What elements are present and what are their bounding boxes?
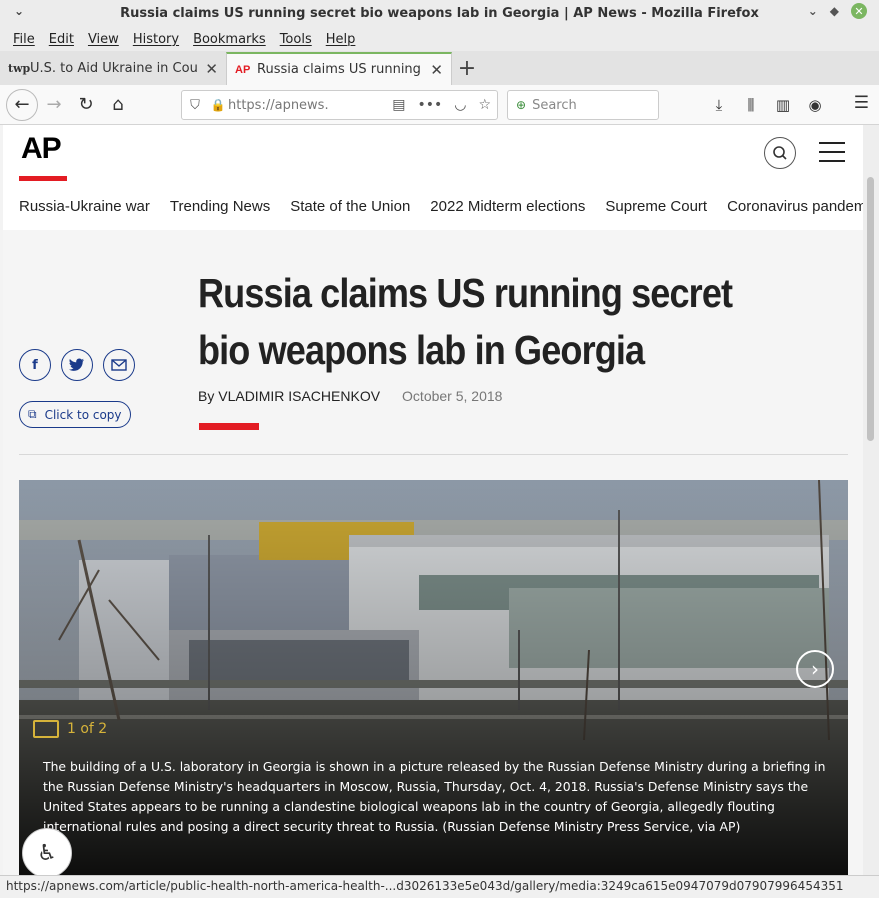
site-search-icon[interactable] <box>764 137 796 169</box>
lead-photo-gallery[interactable]: › 1 of 2 The building of a U.S. laborato… <box>19 480 848 875</box>
accessibility-icon[interactable]: ♿ <box>22 828 72 875</box>
gallery-icon <box>33 720 59 738</box>
photo-caption: The building of a U.S. laboratory in Geo… <box>43 759 826 834</box>
library-icon[interactable]: ⫼ <box>738 89 764 121</box>
email-icon[interactable] <box>103 349 135 381</box>
share-buttons: f <box>19 349 135 381</box>
menu-edit[interactable]: Edit <box>42 32 81 47</box>
menu-bar: File Edit View History Bookmarks Tools H… <box>0 27 879 51</box>
article-byline: By VLADIMIR ISACHENKOV October 5, 2018 <box>198 388 502 404</box>
menu-tools[interactable]: Tools <box>273 32 319 47</box>
search-icon: ⊕ <box>516 98 527 112</box>
search-bar[interactable]: ⊕ Search <box>507 90 659 120</box>
menu-help[interactable]: Help <box>319 32 363 47</box>
copy-label: Click to copy <box>44 407 122 422</box>
close-tab-icon[interactable]: ✕ <box>430 61 443 79</box>
back-button[interactable]: ← <box>6 88 38 121</box>
topic-midterm-elections[interactable]: 2022 Midterm elections <box>430 198 585 215</box>
page-viewport: AP Russia-Ukraine war Trending News Stat… <box>3 125 863 875</box>
new-tab-button[interactable]: + <box>452 52 482 85</box>
divider <box>19 454 848 455</box>
account-icon[interactable]: ◉ <box>802 89 828 121</box>
topic-state-of-the-union[interactable]: State of the Union <box>290 198 410 215</box>
window-menu-chevron-icon[interactable]: ⌄ <box>14 4 24 18</box>
window-titlebar: ⌄ Russia claims US running secret bio we… <box>0 0 879 27</box>
search-placeholder: Search <box>532 97 577 113</box>
close-window-icon[interactable]: ✕ <box>851 3 867 19</box>
downloads-icon[interactable]: ⤓ <box>706 89 732 121</box>
menu-file[interactable]: File <box>6 32 42 47</box>
ap-favicon-icon: AP <box>235 63 251 76</box>
ap-logo[interactable]: AP <box>19 127 67 181</box>
next-photo-button[interactable]: › <box>796 650 834 688</box>
wapo-favicon-icon: twp <box>8 62 31 75</box>
copy-link-button[interactable]: ⧉ Click to copy <box>19 401 131 428</box>
tab-label: Russia claims US running se <box>257 62 425 77</box>
tab-bar: twp U.S. to Aid Ukraine in Count ✕ AP Ru… <box>0 51 879 85</box>
bookmark-star-icon[interactable]: ☆ <box>478 97 491 113</box>
topic-trending-news[interactable]: Trending News <box>170 198 270 215</box>
lock-icon[interactable]: 🔒 <box>208 98 228 112</box>
url-bar[interactable]: ⛉ 🔒 https://apnews.c ▤ ••• ◡ ☆ <box>181 90 498 120</box>
tab-label: U.S. to Aid Ukraine in Count <box>30 61 200 76</box>
gallery-counter: 1 of 2 <box>33 720 107 738</box>
reader-view-icon[interactable]: ▤ <box>392 97 405 113</box>
page-actions-icon[interactable]: ••• <box>417 97 442 113</box>
tab-russia-bio-lab[interactable]: AP Russia claims US running se ✕ <box>226 52 452 85</box>
topic-supreme-court[interactable]: Supreme Court <box>605 198 707 215</box>
page-scrollbar[interactable] <box>863 125 879 875</box>
reload-button[interactable]: ↻ <box>70 89 102 121</box>
sidebar-icon[interactable]: ▥ <box>770 89 796 121</box>
link-icon: ⧉ <box>28 407 37 421</box>
window-title: Russia claims US running secret bio weap… <box>120 6 759 21</box>
app-menu-icon[interactable]: ☰ <box>854 93 869 113</box>
site-header: AP <box>3 125 863 182</box>
pocket-icon[interactable]: ◡ <box>454 97 466 113</box>
tab-ukraine-aid[interactable]: twp U.S. to Aid Ukraine in Count ✕ <box>0 52 226 85</box>
accent-bar <box>199 423 259 430</box>
menu-bookmarks[interactable]: Bookmarks <box>186 32 273 47</box>
url-text[interactable]: https://apnews.c <box>228 98 328 113</box>
counter-text: 1 of 2 <box>67 721 108 737</box>
close-tab-icon[interactable]: ✕ <box>205 60 218 78</box>
twitter-icon[interactable] <box>61 349 93 381</box>
forward-button[interactable]: → <box>38 89 70 121</box>
tracking-shield-icon[interactable]: ⛉ <box>182 98 208 113</box>
article-headline: Russia claims US running secret bio weap… <box>198 270 733 373</box>
minimize-icon[interactable]: ⌄ <box>808 4 818 18</box>
status-bar: https://apnews.com/article/public-health… <box>0 875 879 898</box>
menu-view[interactable]: View <box>81 32 126 47</box>
home-button[interactable]: ⌂ <box>102 89 134 121</box>
topics-nav: Russia-Ukraine war Trending News State o… <box>3 182 863 230</box>
author[interactable]: By VLADIMIR ISACHENKOV <box>198 388 380 404</box>
facebook-icon[interactable]: f <box>19 349 51 381</box>
navigation-toolbar: ← → ↻ ⌂ ⛉ 🔒 https://apnews.c ▤ ••• ◡ ☆ ⊕… <box>0 85 879 125</box>
site-menu-icon[interactable] <box>819 142 845 169</box>
topic-russia-ukraine-war[interactable]: Russia-Ukraine war <box>19 198 150 215</box>
publish-date: October 5, 2018 <box>402 388 503 404</box>
maximize-icon[interactable]: ◆ <box>830 4 839 18</box>
menu-history[interactable]: History <box>126 32 186 47</box>
topic-coronavirus-pandemic[interactable]: Coronavirus pandemic <box>727 198 863 215</box>
